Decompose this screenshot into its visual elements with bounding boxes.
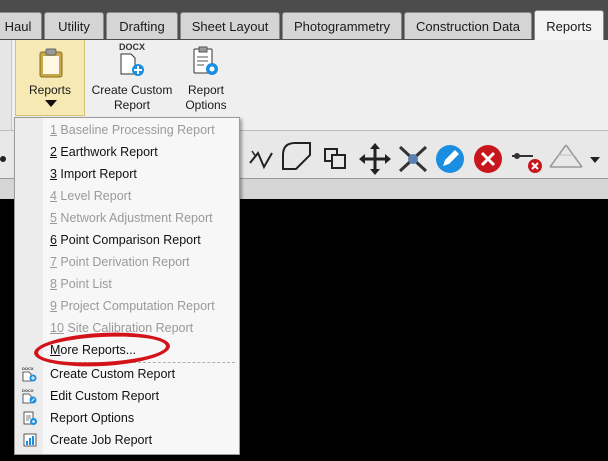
- delete-node-icon[interactable]: [512, 153, 542, 173]
- fillet-icon[interactable]: [282, 142, 311, 170]
- polyline-icon[interactable]: [249, 150, 273, 170]
- docx-edit-icon: DOCX: [22, 388, 37, 404]
- menu-item-project-computation-report: 9 Project Computation Report: [50, 299, 215, 313]
- docx-badge: DOCX: [22, 366, 34, 371]
- menu-item-site-calibration-report: 10 Site Calibration Report: [50, 321, 194, 335]
- job-report-icon: [23, 433, 37, 447]
- tab-utility[interactable]: Utility: [44, 12, 104, 39]
- tab-sheet-layout[interactable]: Sheet Layout: [180, 12, 280, 39]
- reports-button-label: Reports: [28, 83, 72, 97]
- report-options-icon: [23, 411, 37, 425]
- tab-label: Construction Data: [415, 19, 521, 34]
- overlap-icon[interactable]: [324, 148, 346, 169]
- tab-photogrammetry[interactable]: Photogrammetry: [282, 12, 402, 39]
- tab-label: Photogrammetry: [293, 19, 391, 34]
- create-custom-report-label: Create Custom Report: [91, 83, 173, 112]
- tab-label: Utility: [58, 19, 90, 34]
- menu-item-create-custom-report[interactable]: Create Custom Report: [50, 363, 175, 385]
- docx-badge: DOCX: [118, 42, 145, 52]
- docx-badge: DOCX: [22, 388, 34, 393]
- reports-button[interactable]: Reports: [15, 40, 85, 116]
- ribbon-tab-bar: Haul Utility Drafting Sheet Layout Photo…: [0, 0, 608, 41]
- tab-haul[interactable]: Haul: [0, 12, 42, 39]
- explode-icon[interactable]: [398, 145, 428, 173]
- menu-item-network-adjustment-report: 5 Network Adjustment Report: [50, 211, 213, 225]
- report-options-button[interactable]: Report Options: [177, 40, 235, 116]
- tab-label: Drafting: [119, 19, 165, 34]
- menu-item-report-options[interactable]: Report Options: [50, 407, 134, 429]
- menu-item-baseline-processing-report: 1 Baseline Processing Report: [50, 123, 215, 137]
- menu-item-create-job-report[interactable]: Create Job Report: [50, 429, 152, 451]
- tab-drafting[interactable]: Drafting: [106, 12, 178, 39]
- menu-item-more-reports[interactable]: More Reports...: [50, 339, 136, 361]
- docx-add-icon: DOCX: [22, 366, 37, 382]
- menu-item-earthwork-report[interactable]: 2 Earthwork Report: [50, 141, 158, 163]
- menu-item-edit-custom-report[interactable]: Edit Custom Report: [50, 385, 159, 407]
- tab-label: Haul: [4, 19, 32, 34]
- reports-dropdown-menu: 1 Baseline Processing Report 2 Earthwork…: [14, 117, 240, 455]
- tab-reports[interactable]: Reports: [534, 10, 604, 41]
- docx-add-icon: [120, 53, 144, 76]
- tab-label: Sheet Layout: [191, 19, 269, 34]
- tab-construction-data[interactable]: Construction Data: [404, 12, 532, 39]
- menu-item-point-comparison-report[interactable]: 6 Point Comparison Report: [50, 229, 201, 251]
- report-options-label: Report Options: [185, 83, 227, 112]
- baseline-icon[interactable]: [549, 144, 583, 168]
- menu-item-point-derivation-report: 7 Point Derivation Report: [50, 255, 190, 269]
- menu-item-import-report[interactable]: 3 Import Report: [50, 163, 137, 185]
- tab-label: Reports: [546, 19, 592, 34]
- ribbon-left-strip: [0, 40, 12, 130]
- clipboard-icon: [39, 48, 63, 78]
- create-custom-report-button[interactable]: DOCX Create Custom Report: [90, 40, 174, 116]
- edit-pencil-icon[interactable]: [436, 145, 464, 173]
- menu-item-level-report: 4 Level Report: [50, 189, 132, 203]
- chevron-down-icon: [45, 100, 57, 107]
- delete-icon[interactable]: [474, 145, 502, 173]
- move-icon[interactable]: [359, 143, 391, 175]
- report-options-icon: [193, 46, 218, 75]
- menu-item-point-list: 8 Point List: [50, 277, 112, 291]
- more-dropdown-icon[interactable]: [590, 157, 600, 163]
